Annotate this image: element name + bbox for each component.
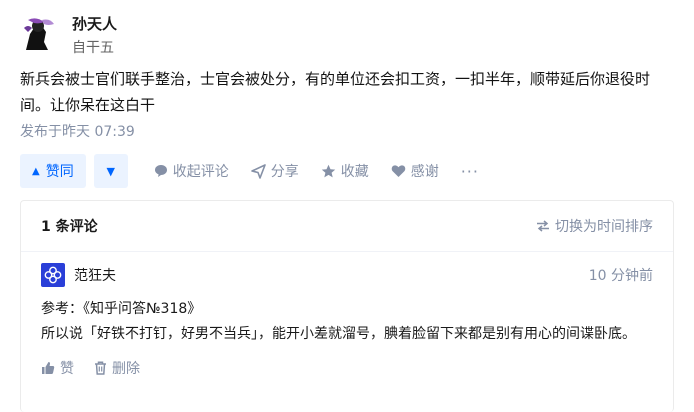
thanks-button[interactable]: 感谢 bbox=[391, 154, 439, 188]
commenter-name[interactable]: 范狂夫 bbox=[74, 265, 116, 285]
author-name[interactable]: 孙天人 bbox=[72, 14, 117, 34]
favorite-label: 收藏 bbox=[340, 164, 369, 180]
commenter-avatar-pattern-icon bbox=[44, 266, 62, 284]
author-headline: 自干五 bbox=[72, 40, 114, 56]
collapse-comments-label: 收起评论 bbox=[172, 164, 229, 180]
collapse-comments-button[interactable]: 收起评论 bbox=[154, 154, 229, 188]
thumbs-up-icon bbox=[42, 362, 55, 374]
comment-line-body: 所以说「好铁不打钉，好男不当兵」，能开小差就溜号，腆着脸留下来都是别有用心的间谍… bbox=[41, 326, 636, 342]
sort-toggle-label: 切换为时间排序 bbox=[555, 219, 653, 235]
share-button[interactable]: 分享 bbox=[250, 154, 299, 188]
share-icon bbox=[250, 163, 266, 179]
comment-delete-label: 删除 bbox=[112, 361, 140, 377]
swap-arrows-icon bbox=[537, 220, 549, 232]
answer-action-bar: ▲ 赞同 ▼ 收起评论 分享 收藏 感谢 ··· bbox=[20, 154, 479, 188]
more-options-button[interactable]: ··· bbox=[461, 162, 479, 181]
sort-toggle-button[interactable]: 切换为时间排序 bbox=[536, 216, 653, 236]
star-icon bbox=[321, 164, 335, 177]
answer-time[interactable]: 发布于昨天 07:39 bbox=[20, 122, 135, 142]
comment-item: 范狂夫 10 分钟前 参考：《知乎问答№318》 所以说「好铁不打钉，好男不当兵… bbox=[41, 263, 653, 378]
upvote-label: 赞同 bbox=[45, 164, 74, 180]
comment-like-button[interactable]: 赞 bbox=[41, 358, 74, 378]
upvote-button[interactable]: ▲ 赞同 bbox=[20, 154, 86, 188]
downvote-button[interactable]: ▼ bbox=[93, 154, 128, 188]
author-info: 孙天人 自干五 bbox=[20, 14, 117, 58]
favorite-button[interactable]: 收藏 bbox=[321, 154, 369, 188]
comment-time: 10 分钟前 bbox=[588, 268, 653, 284]
commenter-avatar[interactable] bbox=[41, 263, 65, 287]
heart-icon bbox=[391, 165, 405, 177]
comment-line-reference: 参考：《知乎问答№318》 bbox=[41, 301, 202, 317]
answer-content: 新兵会被士官们联手整治，士官会被处分，有的单位还会扣工资，一扣半年，顺带延后你退… bbox=[20, 70, 651, 114]
comment-count: 1 条评论 bbox=[41, 219, 98, 235]
comment-delete-button[interactable]: 删除 bbox=[94, 358, 140, 378]
comments-header: 1 条评论 切换为时间排序 bbox=[21, 201, 673, 252]
downvote-triangle-icon: ▼ bbox=[106, 164, 115, 178]
share-label: 分享 bbox=[270, 164, 299, 180]
comment-actions: 赞 删除 bbox=[41, 358, 653, 378]
author-avatar[interactable] bbox=[20, 14, 58, 52]
comment-like-label: 赞 bbox=[60, 361, 74, 377]
comment-bubble-icon bbox=[154, 165, 167, 177]
comment-text: 参考：《知乎问答№318》 所以说「好铁不打钉，好男不当兵」，能开小差就溜号，腆… bbox=[41, 297, 653, 347]
trash-icon bbox=[95, 361, 106, 375]
comments-panel: 1 条评论 切换为时间排序 范狂夫 10 分钟前 参考：《知乎问答№318》 所… bbox=[20, 200, 674, 412]
upvote-triangle-icon: ▲ bbox=[32, 165, 40, 177]
thanks-label: 感谢 bbox=[410, 164, 439, 180]
